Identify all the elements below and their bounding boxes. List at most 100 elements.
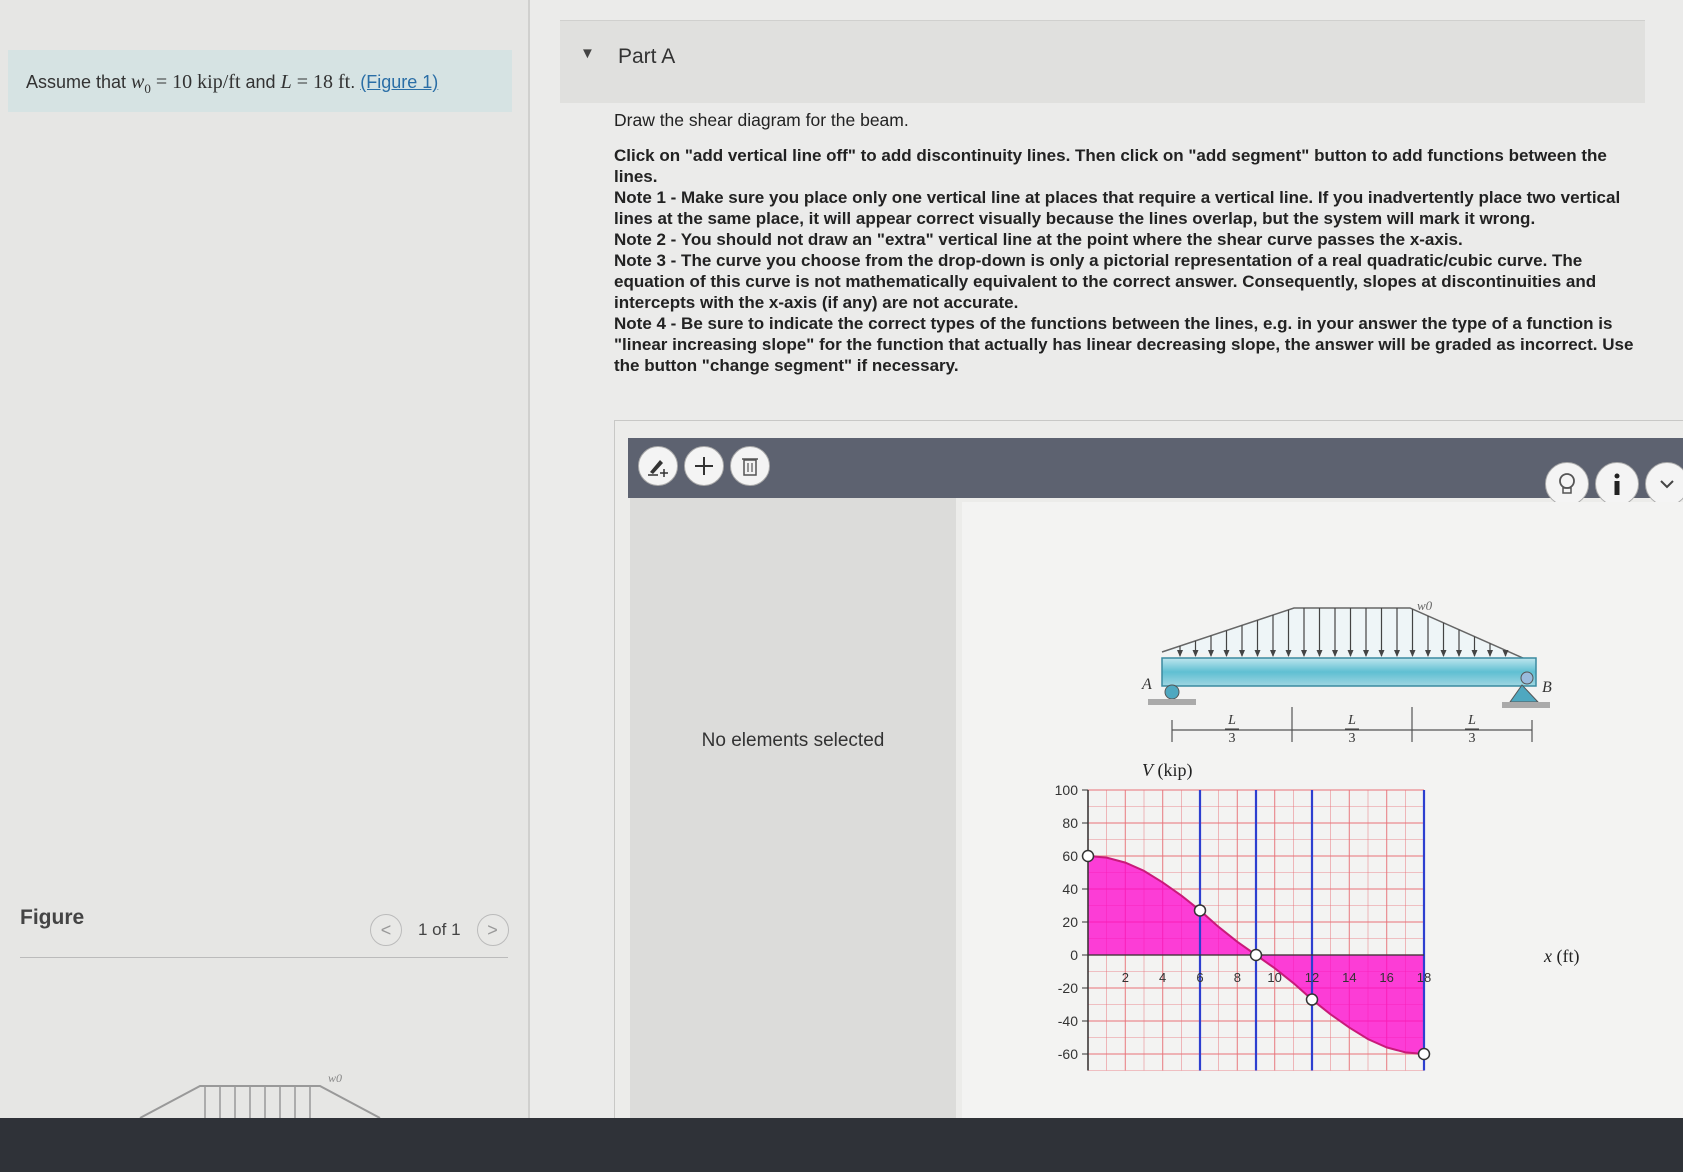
curve-point-handle[interactable] bbox=[1249, 948, 1263, 962]
part-title: Part A bbox=[618, 45, 676, 68]
y-tick-label: -60 bbox=[1058, 1046, 1078, 1062]
drawing-toolbar bbox=[628, 438, 1683, 506]
problem-dot: . bbox=[350, 72, 361, 92]
left-panel bbox=[0, 0, 528, 1120]
part-a-header[interactable]: ▼ Part A bbox=[560, 20, 1645, 103]
shear-diagram-chart[interactable]: V (kip) x (ft) 100 80 60 40 20 0 -20 -40 -60 2 4 6 8… bbox=[962, 760, 1683, 1120]
question-lead: Draw the shear diagram for the beam. bbox=[614, 110, 909, 130]
screen-bezel bbox=[0, 1118, 1683, 1172]
instructions: Click on "add vertical line off" to add … bbox=[614, 145, 1634, 376]
x-axis-unit: (ft) bbox=[1557, 946, 1580, 967]
l-unit: ft bbox=[337, 71, 351, 93]
problem-and: and bbox=[240, 72, 281, 92]
x-tick-label: 10 bbox=[1267, 970, 1281, 985]
support-b-label: B bbox=[1542, 679, 1552, 696]
curve-point-handle[interactable] bbox=[1081, 849, 1095, 863]
w0-symbol: w0 bbox=[131, 71, 151, 96]
instruction-note-4: Note 4 - Be sure to indicate the correct… bbox=[614, 314, 1634, 375]
roller-support-b bbox=[1509, 684, 1540, 703]
support-b-pin bbox=[1520, 671, 1534, 685]
thumb-load-arrows bbox=[204, 1086, 311, 1118]
w0-letter: w bbox=[131, 71, 145, 93]
y-tick-label: -40 bbox=[1058, 1013, 1078, 1029]
figure-count: 1 of 1 bbox=[418, 920, 461, 939]
chevron-right-icon: > bbox=[487, 919, 498, 940]
y-tick-label: 40 bbox=[1062, 881, 1078, 897]
curve-point-handle[interactable] bbox=[1193, 904, 1207, 917]
instruction-note-2: Note 2 - You should not draw an "extra" … bbox=[614, 230, 1463, 249]
pin-support-a bbox=[1164, 684, 1180, 700]
y-tick-label: 100 bbox=[1055, 782, 1079, 798]
add-segment-button[interactable] bbox=[684, 446, 724, 486]
delete-button[interactable] bbox=[730, 446, 770, 486]
span-3-num: L bbox=[1467, 713, 1476, 728]
load-arrowhead bbox=[1177, 650, 1183, 657]
load-arrowhead bbox=[1192, 650, 1199, 657]
collapse-caret-icon[interactable]: ▼ bbox=[580, 45, 595, 62]
add-vertical-line-button[interactable] bbox=[638, 446, 678, 486]
support-a-label: A bbox=[1141, 676, 1152, 693]
y-tick-label: 80 bbox=[1062, 815, 1078, 831]
x-tick-label: 8 bbox=[1234, 970, 1241, 985]
problem-prefix: Assume that bbox=[26, 72, 132, 92]
figure-thumbnail[interactable]: w0 bbox=[130, 1070, 390, 1118]
l-symbol: L bbox=[280, 71, 292, 93]
thumb-load-outline bbox=[139, 1085, 381, 1118]
prev-figure-button[interactable]: < bbox=[370, 914, 402, 946]
span-labels: L 3 L 3 L 3 bbox=[1225, 713, 1479, 742]
x-tick-label: 4 bbox=[1159, 970, 1166, 985]
info-button[interactable] bbox=[1595, 462, 1639, 506]
more-options-button[interactable] bbox=[1645, 462, 1683, 506]
span-2-den: 3 bbox=[1349, 731, 1356, 742]
x-tick-label: 14 bbox=[1342, 970, 1356, 985]
lightbulb-icon bbox=[1559, 473, 1575, 494]
x-tick-label: 18 bbox=[1417, 970, 1431, 985]
instruction-note-1: Note 1 - Make sure you place only one ve… bbox=[614, 188, 1621, 228]
curve-point-handle[interactable] bbox=[1305, 993, 1319, 1006]
properties-panel: No elements selected bbox=[630, 498, 956, 1120]
chevron-left-icon: < bbox=[380, 919, 392, 940]
span-3-den: 3 bbox=[1469, 731, 1476, 742]
ground-b bbox=[1502, 702, 1550, 708]
drawing-canvas[interactable]: w0 A B L 3 L 3 L 3 V (kip) x (ft) 100 80… bbox=[962, 502, 1683, 1120]
info-icon bbox=[1614, 473, 1620, 495]
y-tick-label: 0 bbox=[1070, 947, 1078, 963]
instruction-0: Click on "add vertical line off" to add … bbox=[614, 146, 1607, 186]
x-tick-label: 6 bbox=[1196, 970, 1203, 985]
w0-equals: = 10 bbox=[150, 71, 198, 93]
load-outline bbox=[1161, 607, 1533, 663]
load-arrowhead bbox=[1208, 650, 1214, 657]
hint-button[interactable] bbox=[1545, 462, 1589, 506]
beam-figure: w0 A B L 3 L 3 L 3 bbox=[1141, 598, 1552, 742]
pencil-plus-icon bbox=[648, 460, 668, 477]
y-axis-symbol: V bbox=[1142, 760, 1155, 780]
w0-unit: kip/ft bbox=[197, 71, 241, 93]
y-axis-unit: (kip) bbox=[1158, 760, 1193, 781]
y-axis-label: V (kip) bbox=[1142, 760, 1193, 781]
span-1-num: L bbox=[1227, 713, 1236, 728]
next-figure-button[interactable]: > bbox=[476, 914, 509, 946]
beam-body bbox=[1161, 657, 1537, 687]
no-selection-text: No elements selected bbox=[701, 730, 885, 751]
y-tick-label: -20 bbox=[1058, 980, 1078, 996]
x-axis-symbol: x bbox=[1543, 946, 1552, 966]
x-tick-label: 16 bbox=[1379, 970, 1393, 985]
curve-point-handle[interactable] bbox=[1417, 1047, 1431, 1061]
l-equals: = 18 bbox=[291, 71, 338, 93]
span-2-num: L bbox=[1347, 713, 1356, 728]
x-tick-label: 12 bbox=[1305, 970, 1319, 985]
question-text: Draw the shear diagram for the beam. Cli… bbox=[614, 110, 1634, 376]
span-1-den: 3 bbox=[1229, 731, 1236, 742]
trash-icon bbox=[742, 458, 758, 476]
plus-icon bbox=[695, 457, 713, 475]
figure-divider bbox=[20, 957, 508, 958]
y-tick-label: 20 bbox=[1062, 914, 1078, 930]
problem-statement: Assume that w0 = 10 kip/ft and L = 18 ft… bbox=[8, 50, 512, 112]
figure-link[interactable]: (Figure 1) bbox=[360, 72, 438, 92]
load-label: w0 bbox=[1417, 598, 1433, 613]
chevron-down-icon bbox=[1660, 480, 1674, 489]
y-tick-label: 60 bbox=[1062, 848, 1078, 864]
ground-a bbox=[1148, 699, 1196, 705]
instruction-note-3: Note 3 - The curve you choose from the d… bbox=[614, 251, 1597, 312]
thumb-load-label: w0 bbox=[328, 1071, 342, 1085]
